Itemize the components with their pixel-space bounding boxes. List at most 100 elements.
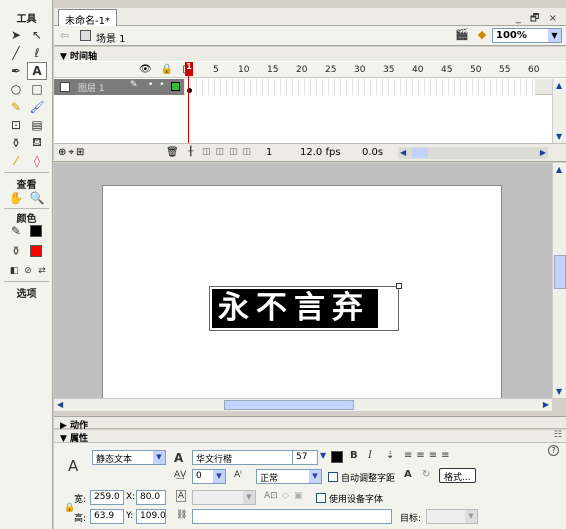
url-field[interactable] — [192, 509, 392, 524]
stage[interactable]: 永不言弃 — [102, 185, 502, 398]
fill-transform-tool-icon[interactable]: ▤ — [27, 116, 47, 134]
scroll-up-icon[interactable]: ▲ — [556, 165, 562, 174]
stroke-color-swatch[interactable] — [30, 225, 42, 237]
text-tool-icon[interactable]: A — [27, 62, 47, 80]
chevron-down-icon[interactable]: ▼ — [153, 451, 165, 464]
options-heading: 选项 — [16, 289, 37, 300]
hand-tool-icon[interactable]: ✋ — [6, 189, 26, 207]
ink-bottle-tool-icon[interactable]: ⚱ — [6, 134, 26, 152]
letter-spacing-value: 0 — [196, 471, 202, 481]
chevron-down-icon[interactable]: ▼ — [320, 451, 326, 460]
text-field-selection[interactable]: 永不言弃 — [209, 283, 402, 331]
subselect-tool-icon[interactable]: ↖ — [27, 26, 47, 44]
timeline-vertical-scrollbar[interactable]: ▲ ▼ — [552, 79, 566, 143]
char-position-select[interactable]: 正常 ▼ — [256, 469, 322, 484]
text-type-select[interactable]: 静态文本 ▼ — [92, 450, 166, 465]
resize-handle[interactable] — [396, 283, 402, 289]
italic-button[interactable]: I — [368, 450, 372, 461]
edit-symbols-icon[interactable]: ◆ — [474, 28, 490, 44]
zoom-tool-icon[interactable]: 🔍 — [27, 189, 47, 207]
scroll-thumb[interactable] — [554, 255, 566, 289]
y-field[interactable]: 109.0 — [136, 509, 166, 524]
paint-bucket-tool-icon[interactable]: ⛾ — [27, 134, 47, 152]
layer-name[interactable]: 图层 1 — [78, 81, 105, 94]
zoom-select[interactable]: 100% ▼ — [492, 28, 562, 43]
align-buttons[interactable]: ≡≡≡≡ — [404, 450, 454, 461]
width-field[interactable]: 259.0 — [90, 490, 124, 505]
actions-panel-header[interactable]: ▶ 动作 — [54, 416, 566, 431]
scroll-right-icon[interactable]: ▶ — [540, 148, 546, 157]
lasso-tool-icon[interactable]: ℓ — [27, 44, 47, 62]
chevron-down-icon[interactable]: ▼ — [243, 491, 255, 504]
document-tab[interactable]: 未命名-1* — [58, 9, 117, 27]
layer-row[interactable]: 图层 1 ✎ ••• — [54, 79, 566, 95]
render-icon[interactable]: A — [404, 469, 412, 480]
scroll-up-icon[interactable]: ▲ — [556, 81, 562, 90]
scroll-left-icon[interactable]: ◀ — [400, 148, 406, 157]
stage-horizontal-scrollbar[interactable]: ◀ ▶ — [54, 398, 552, 411]
chevron-down-icon[interactable]: ▼ — [548, 29, 561, 42]
back-arrow-icon[interactable]: ⇦ — [60, 29, 69, 42]
oval-tool-icon[interactable]: ○ — [6, 80, 26, 98]
auto-kern-checkbox[interactable] — [328, 472, 338, 482]
timeline-header[interactable]: ▼ 时间轴 — [54, 47, 566, 62]
rotate-text-icon[interactable]: ↻ — [422, 469, 430, 480]
scroll-down-icon[interactable]: ▼ — [556, 387, 562, 396]
target-select[interactable]: ▼ — [426, 509, 478, 524]
stroke-color-icon[interactable]: ✎ — [6, 222, 26, 240]
line-tool-icon[interactable]: ╱ — [6, 44, 26, 62]
link-icon: ⛓ — [176, 510, 188, 520]
timeline-ruler[interactable]: 👁 🔒 □ 5 10 15 20 25 30 35 40 45 50 55 60 — [54, 62, 566, 78]
layer-name-area[interactable]: 图层 1 ✎ ••• — [54, 79, 184, 95]
eyedropper-tool-icon[interactable]: ⁄ — [6, 152, 26, 170]
bold-button[interactable]: B — [350, 450, 358, 461]
pen-tool-icon[interactable]: ✒ — [6, 62, 26, 80]
chevron-down-icon[interactable]: ▼ — [213, 470, 225, 483]
line-type-select[interactable]: ▼ — [192, 490, 256, 505]
selectable-icon[interactable]: A⊡ — [264, 491, 278, 501]
fill-color-swatch[interactable] — [30, 245, 42, 257]
stage-text[interactable]: 永不言弃 — [218, 289, 370, 328]
pencil-tool-icon[interactable]: ✎ — [6, 98, 26, 116]
eraser-tool-icon[interactable]: ◊ — [27, 152, 47, 170]
text-color-swatch[interactable] — [331, 451, 343, 463]
fill-color-icon[interactable]: ⚱ — [6, 242, 26, 260]
playhead-marker[interactable]: 1 — [185, 62, 193, 76]
html-icon[interactable]: ◇ — [282, 491, 289, 501]
chevron-down-icon[interactable]: ▼ — [309, 470, 321, 483]
rectangle-tool-icon[interactable]: □ — [27, 80, 47, 98]
layer-outline-color[interactable] — [171, 82, 180, 91]
add-layer-icons[interactable]: ⊕⌖⊞ — [58, 147, 86, 158]
border-icon[interactable]: ▣ — [294, 491, 303, 501]
letter-spacing-field[interactable]: 0 ▼ — [192, 469, 226, 484]
panel-menu-icon[interactable]: ☷ — [554, 430, 562, 440]
height-field[interactable]: 63.9 — [90, 509, 124, 524]
device-fonts-checkbox[interactable] — [316, 493, 326, 503]
chevron-down-icon[interactable]: ▼ — [465, 510, 477, 523]
stage-vertical-scrollbar[interactable]: ▲ ▼ — [552, 163, 566, 398]
scroll-thumb[interactable] — [412, 148, 428, 158]
scroll-left-icon[interactable]: ◀ — [57, 400, 63, 409]
format-button[interactable]: 格式... — [439, 468, 476, 483]
scroll-down-icon[interactable]: ▼ — [556, 132, 562, 141]
free-transform-tool-icon[interactable]: ⊡ — [6, 116, 26, 134]
scroll-thumb[interactable] — [224, 400, 354, 410]
swap-colors-icon[interactable]: ⇄ — [32, 262, 52, 280]
x-label: X: — [126, 492, 136, 502]
frame-cells[interactable] — [185, 79, 535, 95]
text-direction-icon[interactable]: ⇣ — [386, 450, 394, 461]
edit-scene-icon[interactable]: 🎬 — [454, 28, 470, 44]
x-value: 80.0 — [140, 492, 161, 502]
help-icon[interactable]: ? — [548, 445, 559, 456]
target-label: 目标: — [400, 514, 422, 524]
timeline-horizontal-scrollbar[interactable]: ◀ ▶ — [398, 147, 548, 159]
onion-skin-icons[interactable]: ◫◫◫◫ — [202, 147, 256, 157]
trash-icon[interactable]: 🗑 — [166, 147, 179, 158]
properties-panel-header[interactable]: ▼ 属性 ☷ — [54, 430, 566, 444]
brush-tool-icon[interactable]: 🖌 — [27, 98, 47, 116]
scroll-right-icon[interactable]: ▶ — [543, 400, 549, 409]
x-field[interactable]: 80.0 — [136, 490, 166, 505]
arrow-tool-icon[interactable]: ➤ — [6, 26, 26, 44]
font-size-field[interactable]: 57 — [292, 450, 318, 465]
center-frame-icon[interactable]: ╂ — [188, 147, 193, 157]
